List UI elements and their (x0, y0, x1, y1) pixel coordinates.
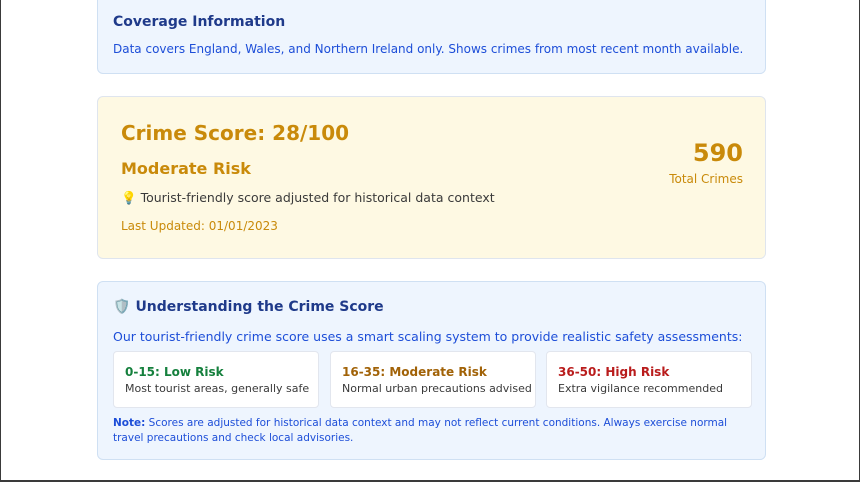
understanding-description: Our tourist-friendly crime score uses a … (113, 329, 743, 344)
risk-level: Moderate Risk (121, 159, 251, 178)
range-card-high: 36-50: High Risk Extra vigilance recomme… (546, 351, 752, 408)
total-crimes-label: Total Crimes (669, 172, 743, 186)
range-description: Extra vigilance recommended (558, 382, 723, 395)
score-hint-text: Tourist-friendly score adjusted for hist… (140, 190, 495, 205)
range-description: Most tourist areas, generally safe (125, 382, 310, 395)
last-updated: Last Updated: 01/01/2023 (121, 219, 278, 233)
crime-score-title: Crime Score: 28/100 (121, 121, 350, 145)
note-label: Note: (113, 417, 146, 429)
lightbulb-icon: 💡 (121, 190, 137, 205)
score-hint: 💡 Tourist-friendly score adjusted for his… (121, 190, 495, 206)
shield-icon: 🛡️ (113, 299, 131, 315)
range-title: 16-35: Moderate Risk (342, 365, 487, 379)
understanding-title: 🛡️ Understanding the Crime Score (113, 299, 384, 315)
crime-score-card: Crime Score: 28/100 Moderate Risk 💡 Touri… (97, 96, 766, 259)
understanding-title-text: Understanding the Crime Score (135, 299, 384, 315)
coverage-description: Data covers England, Wales, and Northern… (113, 42, 744, 56)
range-title: 0-15: Low Risk (125, 365, 224, 379)
range-card-low: 0-15: Low Risk Most tourist areas, gener… (113, 351, 319, 408)
coverage-title: Coverage Information (113, 14, 286, 30)
total-crimes-value: 590 (692, 139, 743, 167)
window-frame: Coverage Information Data covers England… (0, 0, 860, 482)
range-card-moderate: 16-35: Moderate Risk Normal urban precau… (330, 351, 536, 408)
coverage-info-card: Coverage Information Data covers England… (97, 0, 766, 74)
range-description: Normal urban precautions advised (342, 382, 532, 395)
score-note: Note: Scores are adjusted for historical… (113, 416, 743, 446)
note-text: Scores are adjusted for historical data … (113, 417, 728, 444)
understanding-score-card: 🛡️ Understanding the Crime Score Our tour… (97, 281, 766, 460)
range-title: 36-50: High Risk (558, 365, 670, 379)
